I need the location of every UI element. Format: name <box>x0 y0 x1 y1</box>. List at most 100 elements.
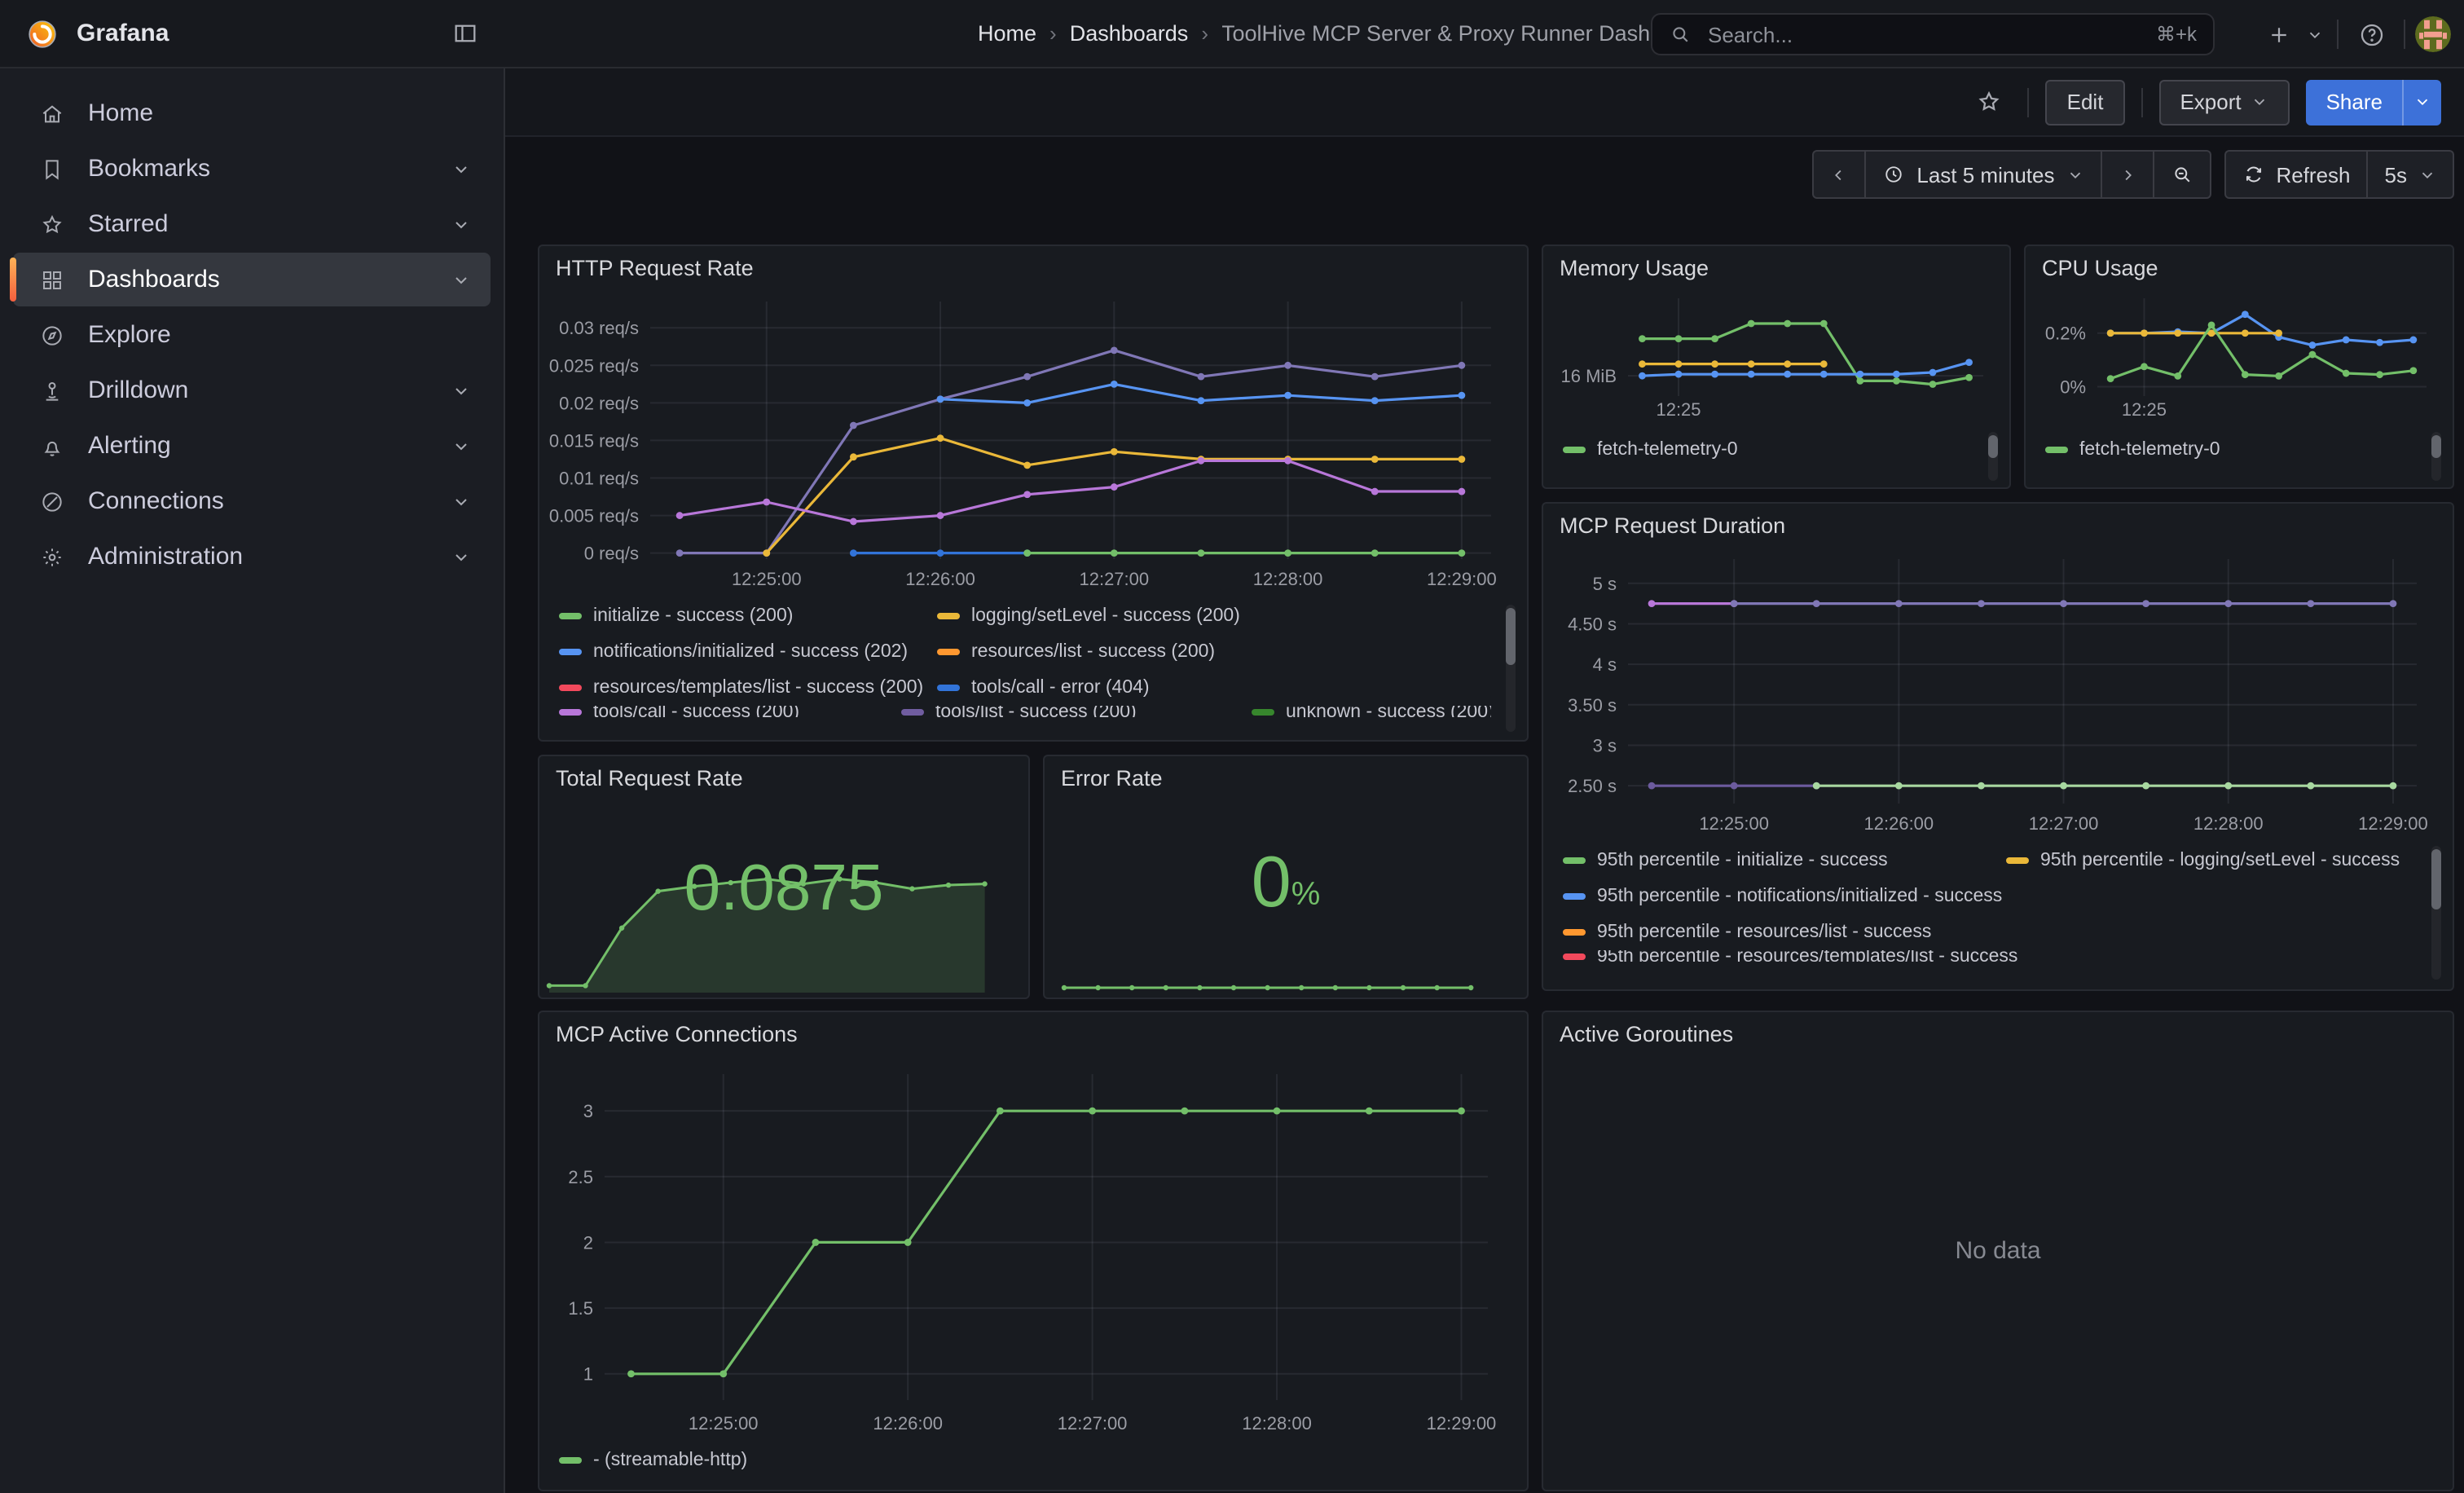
legend-item[interactable]: notifications/initialized - success (202… <box>559 642 937 662</box>
http-request-rate-chart[interactable]: 0.03 req/s0.025 req/s0.02 req/s0.015 req… <box>549 288 1511 592</box>
legend-label: notifications/initialized - success (202… <box>593 642 908 662</box>
svg-text:0 req/s: 0 req/s <box>584 544 639 564</box>
legend-item[interactable]: 95th percentile - resources/list - succe… <box>1563 923 1931 942</box>
legend-label: unknown - success (200) <box>1286 706 1491 717</box>
panel-title[interactable]: MCP Request Duration <box>1560 513 1785 538</box>
chevron-down-icon[interactable] <box>451 214 471 234</box>
sidebar-item-administration[interactable]: Administration <box>13 530 491 584</box>
legend-item[interactable]: logging/setLevel - success (200) <box>937 606 1240 626</box>
sidebar-item-connections[interactable]: Connections <box>13 474 491 528</box>
legend-swatch <box>2006 857 2029 864</box>
no-data-message: No data <box>1543 1012 2453 1490</box>
legend-scrollbar[interactable] <box>1988 432 1998 481</box>
sidebar-item-starred[interactable]: Starred <box>13 197 491 251</box>
legend-item[interactable]: 95th percentile - initialize - success <box>1563 851 2006 870</box>
legend-item[interactable]: - (streamable-http) <box>559 1451 747 1470</box>
panel-http-request-rate: HTTP Request Rate 0.03 req/s0.025 req/s0… <box>538 244 1529 742</box>
sidebar-item-drilldown[interactable]: Drilldown <box>13 363 491 417</box>
legend-scrollbar[interactable] <box>2431 846 2441 980</box>
mcp-active-connections-chart[interactable]: 32.521.5112:25:0012:26:0012:27:0012:28:0… <box>549 1058 1511 1436</box>
legend-item[interactable]: resources/list - success (200) <box>937 642 1215 662</box>
svg-text:12:28:00: 12:28:00 <box>2193 813 2264 834</box>
sidebar-item-dashboards[interactable]: Dashboards <box>13 253 491 306</box>
panel-title[interactable]: MCP Active Connections <box>556 1022 798 1046</box>
help-button[interactable] <box>2348 11 2394 57</box>
plug-icon <box>39 488 65 514</box>
legend-item[interactable]: 95th percentile - notifications/initiali… <box>1563 887 2002 906</box>
memory-usage-chart[interactable]: 16 MiB12:25 <box>1550 288 1996 422</box>
panel-title[interactable]: CPU Usage <box>2042 256 2158 280</box>
export-button[interactable]: Export <box>2158 79 2290 125</box>
legend-item[interactable]: 95th percentile - logging/setLevel - suc… <box>2006 851 2400 870</box>
legend-label: fetch-telemetry-0 <box>2079 440 2220 460</box>
refresh-interval-picker[interactable]: 5s <box>2369 150 2454 199</box>
legend-item[interactable]: unknown - success (200) <box>1252 706 1491 717</box>
refresh-interval-label: 5s <box>2385 162 2407 187</box>
legend-item[interactable]: fetch-telemetry-0 <box>1563 440 1738 460</box>
legend-swatch <box>1252 708 1274 715</box>
search-input[interactable] <box>1705 20 2143 48</box>
legend-item[interactable]: tools/list - success (200) <box>901 706 1252 717</box>
legend-item[interactable]: initialize - success (200) <box>559 606 937 626</box>
share-button[interactable]: Share <box>2307 79 2402 125</box>
search-icon <box>1669 23 1692 46</box>
add-button[interactable] <box>2255 11 2301 57</box>
legend-label: resources/list - success (200) <box>971 642 1215 662</box>
svg-text:12:26:00: 12:26:00 <box>905 569 975 589</box>
cpu-usage-chart[interactable]: 0.2%0%12:25 <box>2032 288 2440 422</box>
chevron-down-icon[interactable] <box>451 381 471 400</box>
sidebar-item-label: Administration <box>88 543 451 570</box>
panel-active-goroutines: Active Goroutines No data <box>1542 1011 2454 1491</box>
dock-menu-icon[interactable] <box>442 11 487 56</box>
compass-icon <box>39 322 65 348</box>
brand-name: Grafana <box>77 20 169 47</box>
legend-item[interactable]: 95th percentile - resources/templates/li… <box>1563 950 2017 962</box>
zoom-out-button[interactable] <box>2154 150 2211 199</box>
user-avatar[interactable] <box>2415 16 2451 52</box>
bell-icon <box>39 433 65 459</box>
chevron-down-icon[interactable] <box>451 491 471 511</box>
share-chevron-button[interactable] <box>2402 79 2441 125</box>
legend-row: resources/templates/list - success (200)… <box>559 670 1491 706</box>
chevron-down-icon[interactable] <box>451 270 471 289</box>
legend-item[interactable]: resources/templates/list - success (200) <box>559 678 937 698</box>
edit-button[interactable]: Edit <box>2046 79 2125 125</box>
panel-title[interactable]: HTTP Request Rate <box>556 256 754 280</box>
legend-label: 95th percentile - logging/setLevel - suc… <box>2040 851 2400 870</box>
add-chevron-down-icon[interactable] <box>2301 11 2327 57</box>
duration-legend: 95th percentile - initialize - success 95… <box>1563 843 2417 983</box>
sidebar-item-alerting[interactable]: Alerting <box>13 419 491 473</box>
sidebar-item-explore[interactable]: Explore <box>13 308 491 362</box>
time-forward-button[interactable] <box>2101 150 2154 199</box>
legend-swatch <box>1563 929 1586 936</box>
svg-text:12:27:00: 12:27:00 <box>1058 1413 1128 1434</box>
mcp-request-duration-chart[interactable]: 5 s4.50 s4 s3.50 s3 s2.50 s12:25:0012:26… <box>1553 546 2436 836</box>
grafana-logo[interactable] <box>24 15 60 51</box>
legend-label: tools/call - success (200) <box>593 706 799 717</box>
svg-text:12:26:00: 12:26:00 <box>1864 813 1934 834</box>
legend-label: fetch-telemetry-0 <box>1597 440 1738 460</box>
chevron-down-icon[interactable] <box>451 436 471 456</box>
sidebar-item-bookmarks[interactable]: Bookmarks <box>13 142 491 196</box>
legend-item[interactable]: tools/call - error (404) <box>937 678 1150 698</box>
chevron-down-icon <box>2066 165 2083 183</box>
chevron-down-icon[interactable] <box>451 159 471 178</box>
legend-scrollbar[interactable] <box>2431 432 2441 481</box>
favorite-star-button[interactable] <box>1966 79 2012 125</box>
chevron-down-icon[interactable] <box>451 547 471 566</box>
export-label: Export <box>2180 90 2241 114</box>
legend-scrollbar[interactable] <box>1506 605 1516 732</box>
breadcrumb-item[interactable]: Home <box>978 21 1036 46</box>
search-box[interactable]: ⌘+k <box>1651 13 2215 55</box>
legend-item[interactable]: fetch-telemetry-0 <box>2045 440 2220 460</box>
refresh-button[interactable]: Refresh <box>2224 150 2368 199</box>
apps-icon <box>39 266 65 293</box>
legend-row: notifications/initialized - success (202… <box>559 634 1491 670</box>
panel-title[interactable]: Memory Usage <box>1560 256 1709 280</box>
sidebar-item-home[interactable]: Home <box>13 86 491 140</box>
svg-text:12:27:00: 12:27:00 <box>2029 813 2099 834</box>
legend-item[interactable]: tools/call - success (200) <box>559 706 901 717</box>
time-back-button[interactable] <box>1812 150 1866 199</box>
time-range-picker[interactable]: Last 5 minutes <box>1866 150 2101 199</box>
breadcrumb-item[interactable]: Dashboards <box>1070 21 1189 46</box>
